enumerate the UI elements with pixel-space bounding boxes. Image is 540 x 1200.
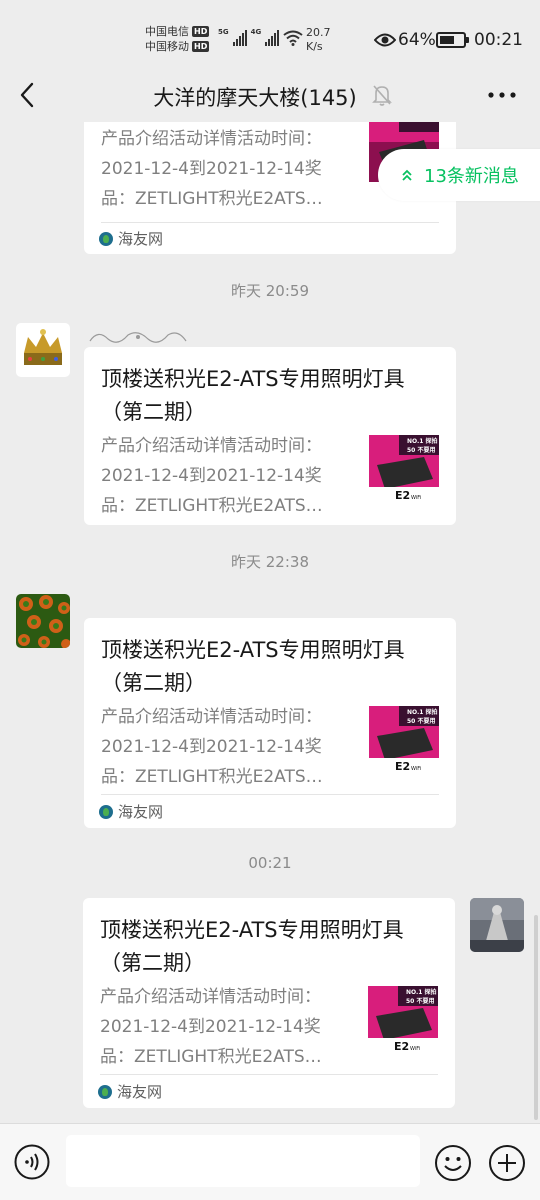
thumb-brand-sub: WiFi — [411, 495, 421, 501]
message-desc: 产品介绍活动详情活动时间： 2021-12-4到2021-12-14奖 品：ZE… — [100, 982, 350, 1072]
plus-button[interactable] — [488, 1144, 526, 1182]
voice-button[interactable] — [14, 1144, 50, 1180]
source-name: 海友网 — [118, 230, 164, 248]
nav-bar: 大洋的摩天大楼(145) — [0, 70, 540, 122]
battery-icon — [436, 32, 469, 48]
hd-badge: HD — [192, 26, 210, 37]
thumb-brand: E2 — [394, 1040, 409, 1053]
chat-title: 大洋的摩天大楼(145) — [153, 86, 357, 110]
message-desc: 产品介绍活动详情活动时间： 2021-12-4到2021-12-14奖 品：ZE… — [101, 702, 351, 792]
status-bar: 中国电信 HD 中国移动 HD 5G 4G 20.7 K/s 64% 00:21 — [0, 0, 540, 70]
source-name: 海友网 — [118, 803, 164, 821]
desc-line: 2021-12-4到2021-12-14奖 — [101, 466, 322, 486]
desc-line: 产品介绍活动详情活动时间： — [100, 987, 321, 1007]
source-logo-icon — [99, 231, 113, 246]
more-dots-icon — [488, 92, 516, 98]
carrier-1: 中国电信 — [145, 25, 189, 38]
hd-badge: HD — [192, 41, 210, 52]
desc-line: 产品介绍活动详情活动时间： — [101, 436, 322, 456]
divider — [100, 1074, 438, 1075]
battery-fill — [440, 36, 454, 44]
message-input[interactable] — [66, 1135, 420, 1187]
desc-line: 产品介绍活动详情活动时间： — [101, 129, 322, 149]
mute-bell-icon — [372, 84, 392, 106]
message-title: 顶楼送积光E2-ATS专用照明灯具（第二期） — [101, 367, 405, 424]
message-title: 顶楼送积光E2-ATS专用照明灯具（第二期） — [101, 638, 405, 695]
desc-line: 品：ZETLIGHT积光E2ATS… — [100, 1047, 322, 1067]
thumb-text: 50 不要用 — [406, 997, 434, 1005]
speed-unit: K/s — [306, 40, 323, 53]
chat-area[interactable]: 产品介绍活动详情活动时间： 2021-12-4到2021-12-14奖 品：ZE… — [0, 122, 540, 1123]
source-logo-icon — [99, 804, 113, 819]
double-chevron-up-icon — [402, 169, 412, 181]
more-button[interactable] — [484, 82, 520, 108]
thumb-text: NO.1 探拍 — [406, 988, 437, 996]
article-thumbnail: NO.1 探拍 50 不要用 E2 WiFi — [369, 435, 439, 505]
signal-bars-icon — [232, 30, 247, 46]
message-card[interactable]: 顶楼送积光E2-ATS专用照明灯具（第二期） 产品介绍活动详情活动时间： 202… — [84, 347, 456, 525]
source-label: 海友网 — [99, 228, 163, 249]
timestamp: 00:21 — [248, 854, 292, 872]
message-card[interactable]: 顶楼送积光E2-ATS专用照明灯具（第二期） 产品介绍活动详情活动时间： 202… — [83, 898, 455, 1108]
status-clock: 00:21 — [474, 30, 523, 50]
desc-line: 2021-12-4到2021-12-14奖 — [101, 737, 322, 757]
signal-icons: 5G 4G — [218, 28, 303, 46]
thumb-text: 50 不要用 — [407, 446, 435, 454]
signal-bars-icon — [265, 30, 280, 46]
battery-percent: 64% — [398, 30, 436, 50]
message-desc: 产品介绍活动详情活动时间： 2021-12-4到2021-12-14奖 品：ZE… — [101, 431, 351, 521]
timestamp: 昨天 20:59 — [231, 282, 309, 300]
new-messages-button[interactable]: 13条新消息 — [378, 149, 540, 201]
input-bar — [0, 1123, 540, 1200]
speed-value: 20.7 — [306, 26, 331, 39]
thumb-text: NO.1 探拍 — [407, 437, 438, 445]
thumb-text: 50 不要用 — [407, 717, 435, 725]
message-title: 顶楼送积光E2-ATS专用照明灯具（第二期） — [100, 918, 404, 975]
emoji-icon — [435, 1145, 471, 1181]
article-thumbnail: NO.1 探拍 50 不要用 E2 WiFi — [368, 986, 438, 1056]
carrier-2: 中国移动 — [145, 40, 189, 53]
source-label: 海友网 — [99, 801, 163, 822]
desc-line: 品：ZETLIGHT积光E2ATS… — [101, 767, 323, 787]
message-card[interactable]: 顶楼送积光E2-ATS专用照明灯具（第二期） 产品介绍活动详情活动时间： 202… — [84, 618, 456, 828]
decorative-flourish-icon — [88, 327, 188, 349]
desc-line: 2021-12-4到2021-12-14奖 — [100, 1017, 321, 1037]
divider — [101, 222, 439, 223]
source-name: 海友网 — [117, 1083, 163, 1101]
carrier-info: 中国电信 HD 中国移动 HD — [145, 24, 210, 54]
avatar-crown[interactable] — [16, 323, 70, 377]
plus-icon — [489, 1145, 525, 1181]
divider — [101, 794, 439, 795]
thumb-text: NO.1 探拍 — [407, 708, 438, 716]
new-messages-label: 13条新消息 — [424, 166, 519, 187]
avatar-coral[interactable] — [16, 594, 70, 648]
thumb-brand: E2 — [395, 489, 410, 502]
wifi-icon — [283, 30, 303, 46]
net-5g-label: 5G — [218, 28, 229, 36]
emoji-button[interactable] — [434, 1144, 472, 1182]
thumb-brand: E2 — [395, 760, 410, 773]
article-thumbnail: NO.1 探拍 50 不要用 E2 WiFi — [369, 706, 439, 776]
voice-icon — [14, 1144, 50, 1180]
network-speed: 20.7 K/s — [306, 26, 331, 54]
avatar-self[interactable] — [470, 898, 524, 952]
thumb-brand-sub: WiFi — [410, 1046, 420, 1052]
desc-line: 2021-12-4到2021-12-14奖 — [101, 159, 322, 179]
message-desc: 产品介绍活动详情活动时间： 2021-12-4到2021-12-14奖 品：ZE… — [101, 124, 351, 214]
desc-line: 产品介绍活动详情活动时间： — [101, 707, 322, 727]
timestamp: 昨天 22:38 — [231, 553, 309, 571]
source-logo-icon — [98, 1084, 112, 1099]
desc-line: 品：ZETLIGHT积光E2ATS… — [101, 496, 323, 516]
source-label: 海友网 — [98, 1081, 162, 1102]
eye-icon — [373, 32, 397, 52]
thumb-brand-sub: WiFi — [411, 766, 421, 772]
desc-line: 品：ZETLIGHT积光E2ATS… — [101, 189, 323, 209]
scrollbar[interactable] — [534, 915, 538, 1120]
net-4g-label: 4G — [250, 28, 262, 36]
